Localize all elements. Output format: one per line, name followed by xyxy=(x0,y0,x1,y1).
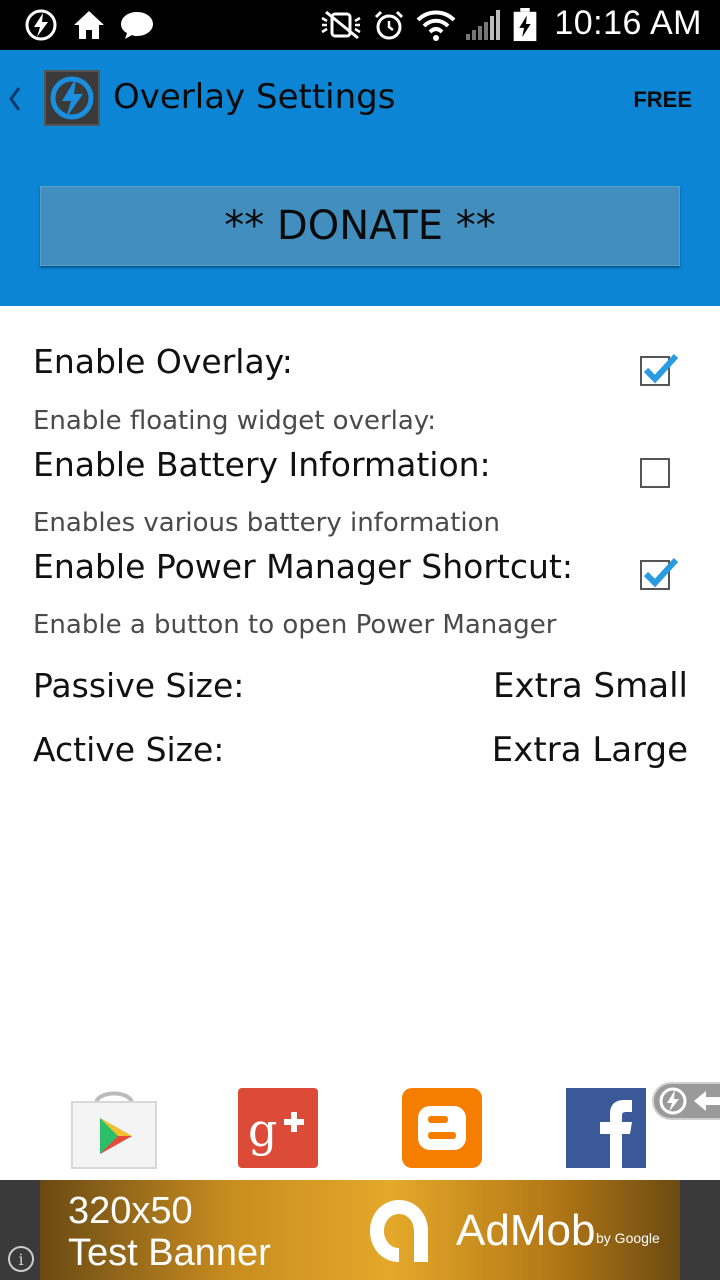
bolt-icon xyxy=(25,9,57,41)
checkbox-power-manager[interactable] xyxy=(640,557,679,590)
floating-overlay-widget[interactable] xyxy=(652,1082,720,1120)
passive-size-label[interactable]: Passive Size: xyxy=(33,666,244,705)
back-chevron-icon[interactable] xyxy=(6,84,24,114)
home-icon xyxy=(74,11,104,39)
setting-title-battery-info: Enable Battery Information: xyxy=(33,445,491,484)
clock: 10:16 AM xyxy=(554,4,702,42)
ad-line-1: 320x50 xyxy=(68,1190,193,1232)
google-plus-icon[interactable]: g xyxy=(238,1088,318,1168)
google-play-icon[interactable] xyxy=(70,1088,158,1170)
setting-desc-enable-overlay: Enable floating widget overlay: xyxy=(33,406,437,436)
signal-icon xyxy=(466,10,500,40)
mute-icon xyxy=(321,10,361,40)
chat-icon xyxy=(121,12,153,39)
checkmark-icon xyxy=(643,353,679,384)
ad-banner[interactable]: i 320x50 Test Banner AdMob by Google xyxy=(0,1180,720,1280)
setting-desc-power-manager: Enable a button to open Power Manager xyxy=(33,610,557,640)
ad-creative[interactable]: 320x50 Test Banner AdMob by Google xyxy=(40,1180,680,1280)
free-badge: FREE xyxy=(633,87,692,112)
alarm-icon xyxy=(374,10,404,40)
checkbox-battery-info[interactable] xyxy=(640,458,670,488)
status-bar: 10:16 AM xyxy=(0,0,720,50)
info-icon[interactable]: i xyxy=(8,1246,34,1272)
ad-brand: AdMob xyxy=(456,1206,596,1255)
setting-title-power-manager: Enable Power Manager Shortcut: xyxy=(33,547,573,586)
action-bar: Overlay Settings FREE ** DONATE ** xyxy=(0,50,720,306)
setting-title-enable-overlay: Enable Overlay: xyxy=(33,342,293,381)
facebook-icon[interactable] xyxy=(566,1088,646,1168)
active-size-label[interactable]: Active Size: xyxy=(33,730,224,769)
app-logo-icon[interactable] xyxy=(44,70,100,126)
arrow-left-icon xyxy=(694,1091,720,1111)
blogger-icon[interactable] xyxy=(402,1088,482,1168)
active-size-value[interactable]: Extra Large xyxy=(492,730,688,770)
ad-line-2: Test Banner xyxy=(68,1232,271,1274)
setting-desc-battery-info: Enables various battery information xyxy=(33,508,501,538)
overlay-bolt-icon xyxy=(659,1087,687,1115)
admob-logo-icon xyxy=(370,1200,428,1262)
checkmark-icon xyxy=(643,557,679,588)
passive-size-value[interactable]: Extra Small xyxy=(493,666,688,706)
page-title: Overlay Settings xyxy=(113,77,396,117)
svg-text:g: g xyxy=(248,1103,277,1157)
ad-by-google: by Google xyxy=(596,1230,660,1246)
checkbox-enable-overlay[interactable] xyxy=(640,353,679,386)
donate-button[interactable]: ** DONATE ** xyxy=(40,186,680,266)
battery-charging-icon xyxy=(513,8,537,42)
wifi-icon xyxy=(416,10,456,41)
